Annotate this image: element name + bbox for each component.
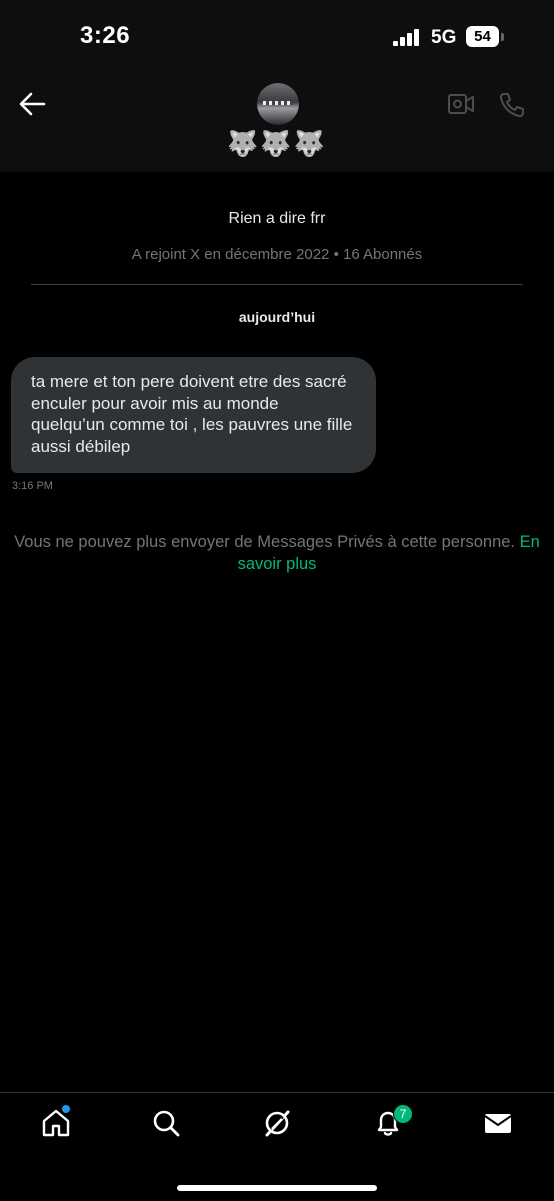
network-type: 5G: [431, 27, 457, 48]
status-bar: 3:26 5G 54: [0, 0, 554, 76]
tab-messages[interactable]: [482, 1107, 514, 1139]
grok-icon: [265, 1110, 290, 1137]
message-bubble[interactable]: ta mere et ton pere doivent etre des sac…: [11, 357, 376, 473]
tab-search[interactable]: [150, 1107, 182, 1139]
message-timestamp: 3:16 PM: [12, 480, 53, 492]
status-time: 3:26: [80, 22, 131, 49]
phone-call-icon[interactable]: [498, 91, 526, 119]
profile-meta: A rejoint X en décembre 2022 • 16 Abonné…: [131, 246, 423, 263]
divider: [31, 284, 523, 285]
home-notification-dot: [61, 1104, 71, 1114]
date-separator: aujourd’hui: [238, 309, 316, 325]
notification-count-badge: 7: [393, 1104, 413, 1124]
video-call-icon[interactable]: [447, 93, 475, 115]
search-icon: [153, 1110, 180, 1137]
bottom-tab-bar: 7: [0, 1092, 554, 1201]
tab-grok[interactable]: [261, 1107, 293, 1139]
envelope-icon: [484, 1114, 512, 1133]
back-arrow-icon[interactable]: [18, 91, 48, 117]
tab-notifications[interactable]: 7: [372, 1104, 413, 1139]
signal-strength-icon: [393, 29, 421, 46]
display-name[interactable]: 🐺🐺🐺: [0, 130, 554, 159]
tab-home[interactable]: [40, 1104, 72, 1139]
conversation-header: 🐺🐺🐺: [0, 76, 554, 172]
profile-bio: Rien a dire frr: [228, 210, 326, 227]
home-indicator[interactable]: [177, 1185, 377, 1191]
notice-text: Vous ne pouvez plus envoyer de Messages …: [14, 533, 516, 551]
battery-tip: [501, 33, 504, 41]
avatar[interactable]: [257, 83, 299, 125]
dm-restriction-notice: Vous ne pouvez plus envoyer de Messages …: [6, 531, 548, 575]
battery-icon: 54: [466, 26, 499, 47]
